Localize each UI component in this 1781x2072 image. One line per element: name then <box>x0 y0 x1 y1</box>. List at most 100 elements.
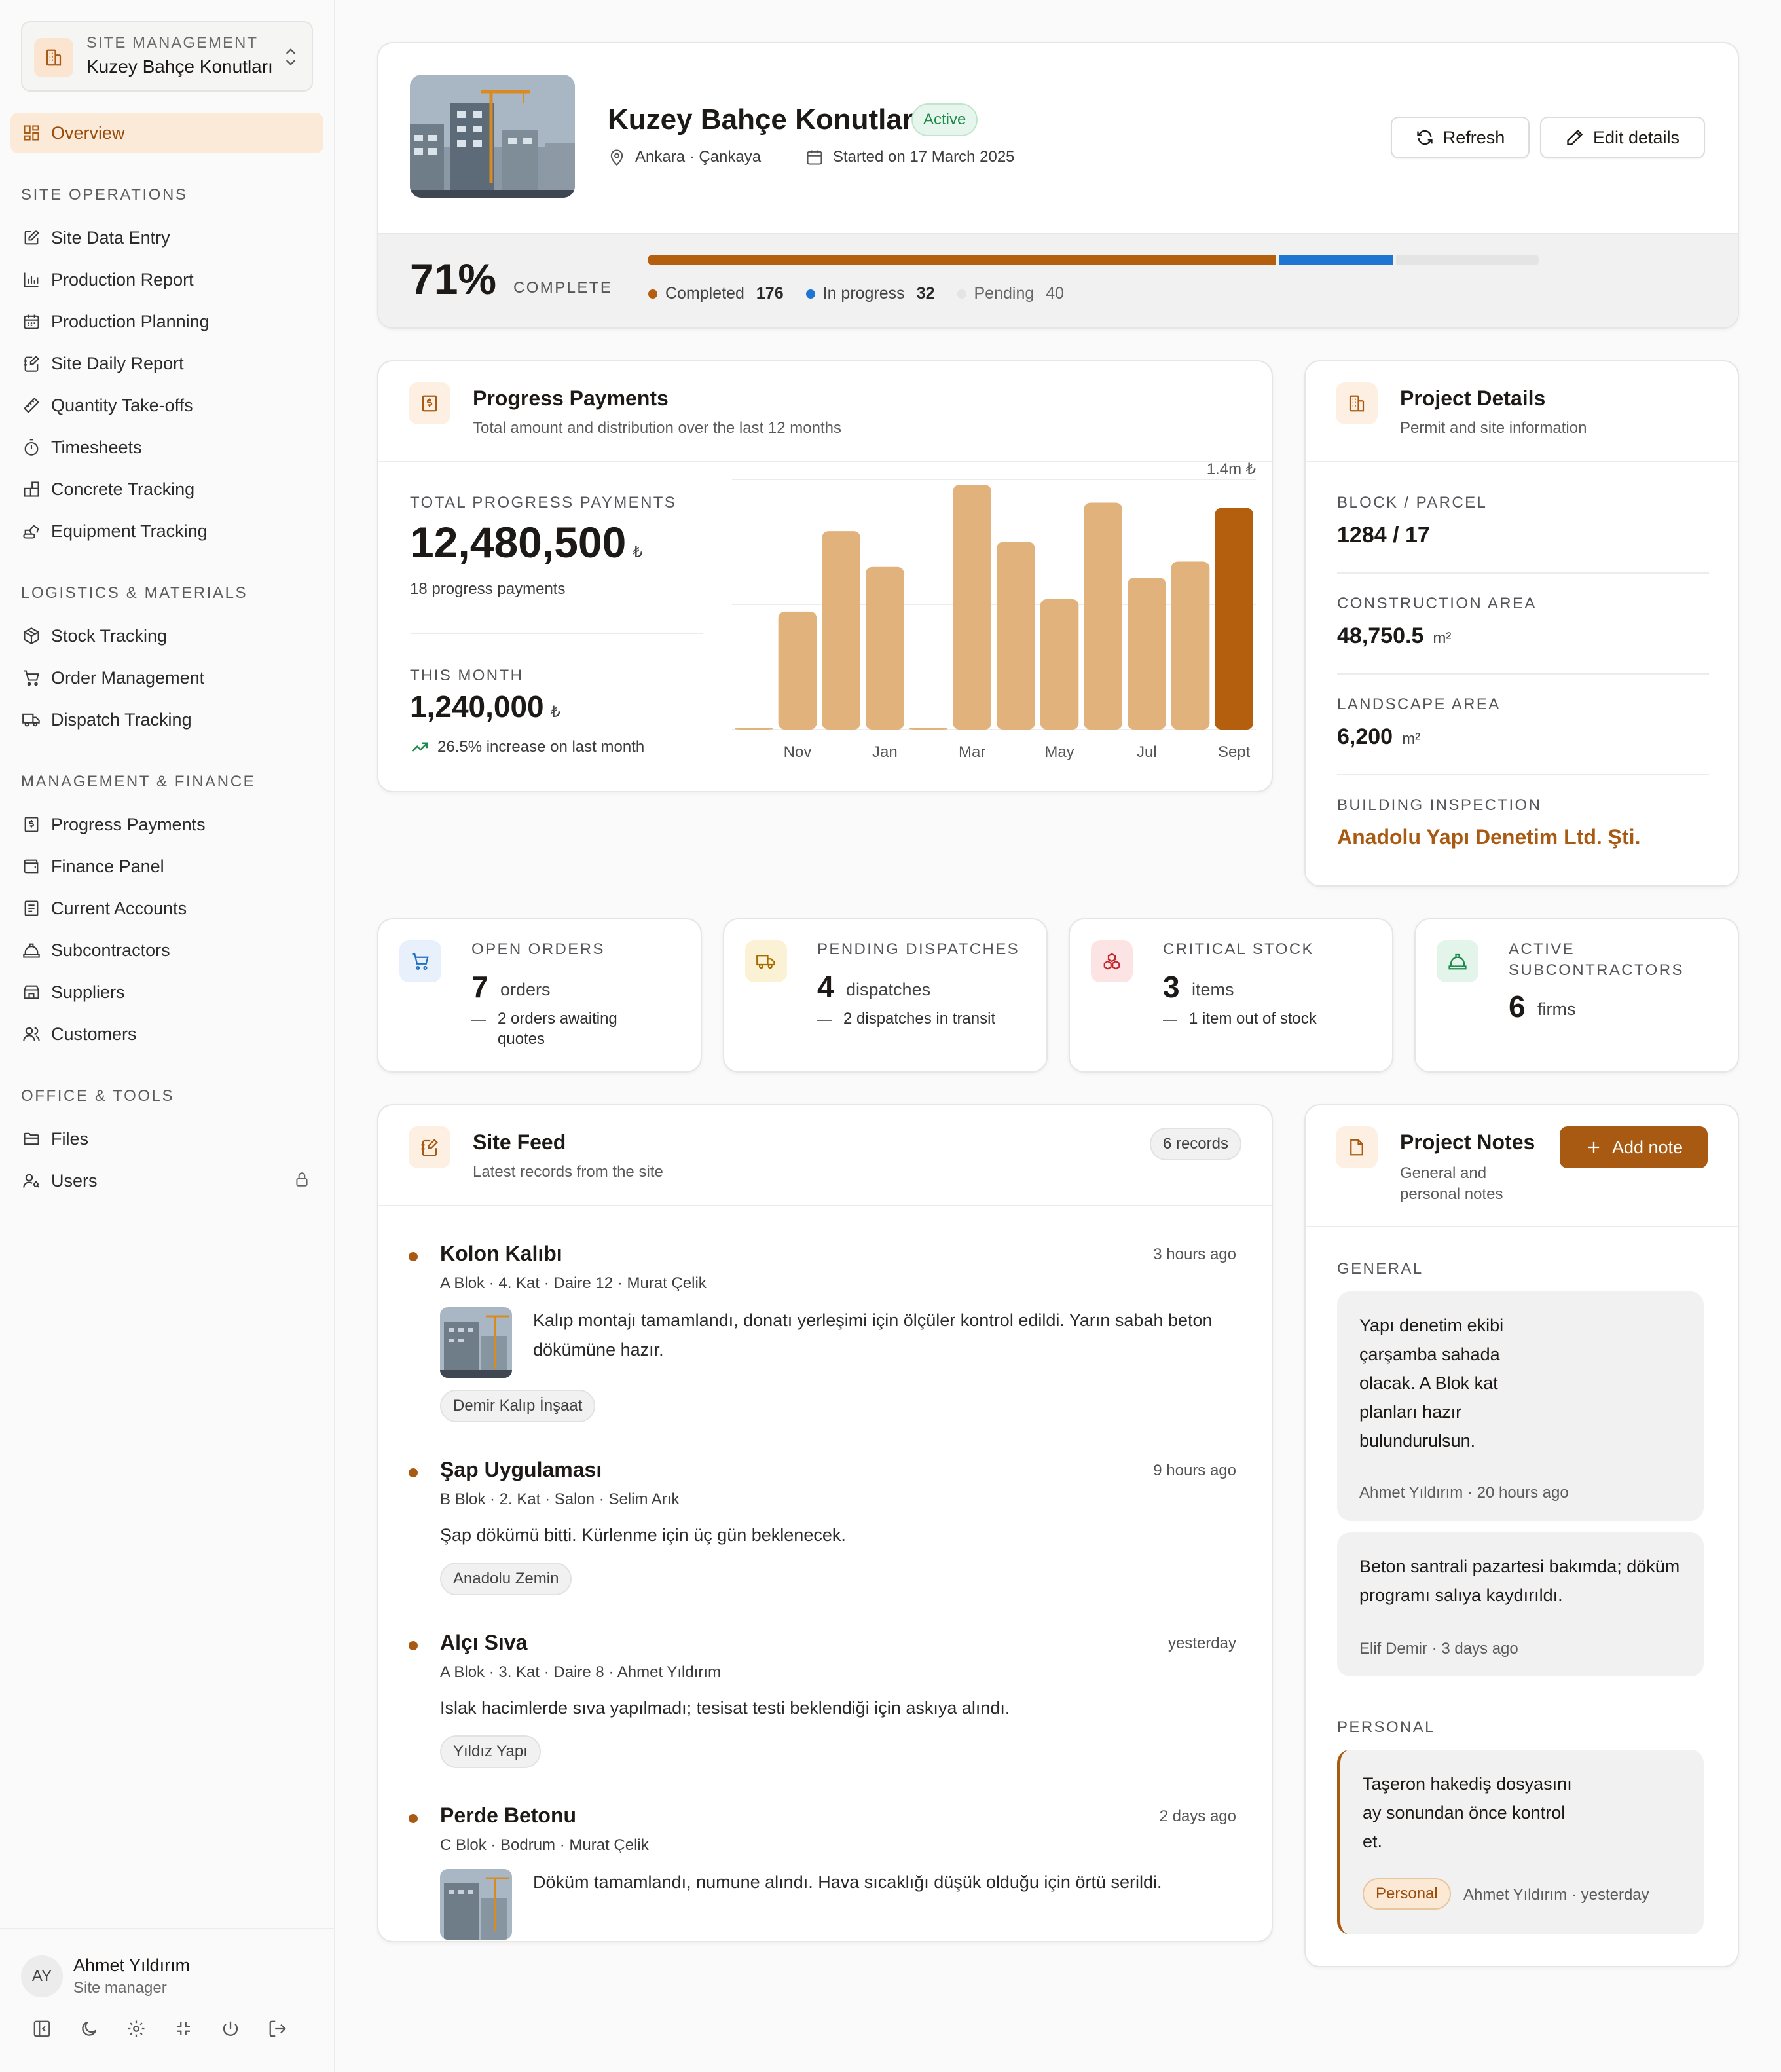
sidebar-item-subcontractors[interactable]: Subcontractors <box>10 930 323 971</box>
user-key-icon <box>21 1170 42 1191</box>
note-card[interactable]: Yapı denetim ekibi çarşamba sahada olaca… <box>1337 1291 1704 1521</box>
add-note-button[interactable]: Add note <box>1560 1126 1708 1168</box>
records-count-badge: 6 records <box>1149 1128 1241 1160</box>
note-meta: Elif Demir · 3 days ago <box>1359 1640 1518 1657</box>
feed-item[interactable]: Kolon Kalıbı 3 hours ago A Blok · 4. Kat… <box>378 1242 1266 1432</box>
sidebar-item-order-management[interactable]: Order Management <box>10 657 323 698</box>
project-image <box>410 75 575 198</box>
receipt-icon <box>409 382 450 424</box>
sidebar-item-production-report[interactable]: Production Report <box>10 259 323 300</box>
nav-section-office: OFFICE & TOOLS <box>21 1087 175 1105</box>
package-icon <box>21 625 42 646</box>
plus-icon <box>1585 1138 1603 1156</box>
building-icon <box>34 38 73 77</box>
sidebar-item-label: Files <box>51 1128 89 1149</box>
project-details-card: Project Details Permit and site informat… <box>1304 360 1739 887</box>
feed-item-meta: B Blok · 2. Kat · Salon · Selim Arık <box>440 1490 680 1508</box>
dashboard-icon <box>21 122 42 143</box>
location-text: Ankara · Çankaya <box>635 148 762 166</box>
avatar[interactable]: AY <box>21 1955 63 1997</box>
logout-icon[interactable] <box>267 2018 288 2039</box>
chart-bar-jun <box>1084 502 1122 730</box>
sidebar-item-suppliers[interactable]: Suppliers <box>10 972 323 1012</box>
sidebar-item-overview[interactable]: Overview <box>10 113 323 153</box>
chart-tick-label: May <box>1044 743 1074 761</box>
stat-card-active-subcontractors[interactable]: ACTIVE SUBCONTRACTORS 6 firms <box>1414 918 1739 1073</box>
sidebar-item-customers[interactable]: Customers <box>10 1014 323 1054</box>
sidebar-item-label: Subcontractors <box>51 940 170 960</box>
sidebar-item-concrete-tracking[interactable]: Concrete Tracking <box>10 469 323 509</box>
project-header: Kuzey Bahçe Konutları Active Ankara · Ça… <box>377 42 1739 329</box>
feed-item-meta: A Blok · 4. Kat · Daire 12 · Murat Çelik <box>440 1274 707 1292</box>
feed-item-time: 2 days ago <box>1159 1807 1236 1825</box>
gear-icon[interactable] <box>126 2018 147 2039</box>
moon-icon[interactable] <box>79 2018 100 2039</box>
sidebar-item-quantity-takeoffs[interactable]: Quantity Take-offs <box>10 385 323 426</box>
feed-item[interactable]: Alçı Sıva yesterday A Blok · 3. Kat · Da… <box>378 1631 1266 1775</box>
lock-icon <box>293 1171 310 1188</box>
stat-unit: firms <box>1537 999 1576 1019</box>
sidebar-item-progress-payments[interactable]: Progress Payments <box>10 804 323 845</box>
chart-bar-mar <box>953 485 991 730</box>
notes-subtitle: General and personal notes <box>1400 1164 1503 1203</box>
feed-item-meta: C Blok · Bodrum · Murat Çelik <box>440 1836 649 1854</box>
nav-section-logistics: LOGISTICS & MATERIALS <box>21 584 248 602</box>
map-pin-icon <box>608 148 626 166</box>
progress-segment-in-progress <box>1279 255 1393 265</box>
feed-item-photo[interactable] <box>440 1869 512 1940</box>
sidebar-item-production-planning[interactable]: Production Planning <box>10 301 323 342</box>
sidebar-item-users[interactable]: Users <box>10 1160 323 1201</box>
ledger-icon <box>21 898 42 919</box>
divider <box>1337 774 1709 775</box>
sidebar-item-equipment-tracking[interactable]: Equipment Tracking <box>10 511 323 551</box>
note-card[interactable]: Beton santrali pazartesi bakımda; döküm … <box>1337 1532 1704 1676</box>
stat-label: PENDING DISPATCHES <box>817 940 1020 958</box>
stat-value: 4 <box>817 970 834 1004</box>
sidebar-item-timesheets[interactable]: Timesheets <box>10 427 323 468</box>
feed-item-photo[interactable] <box>440 1307 512 1378</box>
sidebar-item-finance-panel[interactable]: Finance Panel <box>10 846 323 887</box>
building-inspection-label: BUILDING INSPECTION <box>1337 796 1542 814</box>
sidebar-item-label: Overview <box>51 122 125 143</box>
edit-details-button[interactable]: Edit details <box>1540 117 1705 158</box>
refresh-button[interactable]: Refresh <box>1391 117 1530 158</box>
sidebar-item-files[interactable]: Files <box>10 1119 323 1159</box>
feed-item-meta: A Blok · 3. Kat · Daire 8 · Ahmet Yıldır… <box>440 1663 722 1681</box>
note-card-personal[interactable]: Taşeron hakediş dosyasını ay sonundan ön… <box>1337 1750 1704 1934</box>
sidebar-item-label: Production Planning <box>51 311 210 331</box>
sidebar-item-label: Customers <box>51 1024 137 1044</box>
payments-trend: 26.5% increase on last month <box>410 737 644 757</box>
power-icon[interactable] <box>220 2018 241 2039</box>
users-icon <box>21 1024 42 1045</box>
stat-label: CRITICAL STOCK <box>1163 940 1314 958</box>
sidebar-item-dispatch-tracking[interactable]: Dispatch Tracking <box>10 699 323 740</box>
stat-card-open-orders[interactable]: OPEN ORDERS 7 orders 2 orders awaiting q… <box>377 918 702 1073</box>
feed-item-tag[interactable]: Demir Kalıp İnşaat <box>440 1390 596 1422</box>
sidebar-item-site-daily-report[interactable]: Site Daily Report <box>10 343 323 384</box>
sidebar-item-label: Dispatch Tracking <box>51 709 192 730</box>
completion-label: COMPLETE <box>513 279 613 297</box>
feed-item-tag[interactable]: Anadolu Zemin <box>440 1563 572 1595</box>
chart-bar-aug <box>1171 561 1210 730</box>
site-switcher[interactable]: SITE MANAGEMENT Kuzey Bahçe Konutları <box>21 21 313 92</box>
timeline-dot <box>409 1468 418 1477</box>
sidebar-item-stock-tracking[interactable]: Stock Tracking <box>10 616 323 656</box>
building-inspection-link[interactable]: Anadolu Yapı Denetim Ltd. Şti. <box>1337 825 1640 849</box>
minimize-icon[interactable] <box>173 2018 194 2039</box>
timeline-dot <box>409 1252 418 1261</box>
stat-card-critical-stock[interactable]: CRITICAL STOCK 3 items 1 item out of sto… <box>1069 918 1393 1073</box>
feed-item-title: Kolon Kalıbı <box>440 1242 562 1265</box>
notebook-pen-icon <box>21 353 42 374</box>
sidebar-item-current-accounts[interactable]: Current Accounts <box>10 888 323 929</box>
progress-payments-card: Progress Payments Total amount and distr… <box>377 360 1273 792</box>
collapse-sidebar-icon[interactable] <box>31 2018 52 2039</box>
divider <box>1337 673 1709 675</box>
feed-item[interactable]: Perde Betonu 2 days ago C Blok · Bodrum … <box>378 1804 1266 1941</box>
feed-item-tag[interactable]: Yıldız Yapı <box>440 1735 541 1768</box>
stat-card-pending-dispatches[interactable]: PENDING DISPATCHES 4 dispatches 2 dispat… <box>723 918 1048 1073</box>
sidebar-item-label: Site Daily Report <box>51 353 184 373</box>
chart-bar-may <box>1040 599 1079 730</box>
sidebar-item-site-data-entry[interactable]: Site Data Entry <box>10 217 323 258</box>
site-switcher-name: Kuzey Bahçe Konutları <box>86 56 273 77</box>
feed-item[interactable]: Şap Uygulaması 9 hours ago B Blok · 2. K… <box>378 1458 1266 1602</box>
